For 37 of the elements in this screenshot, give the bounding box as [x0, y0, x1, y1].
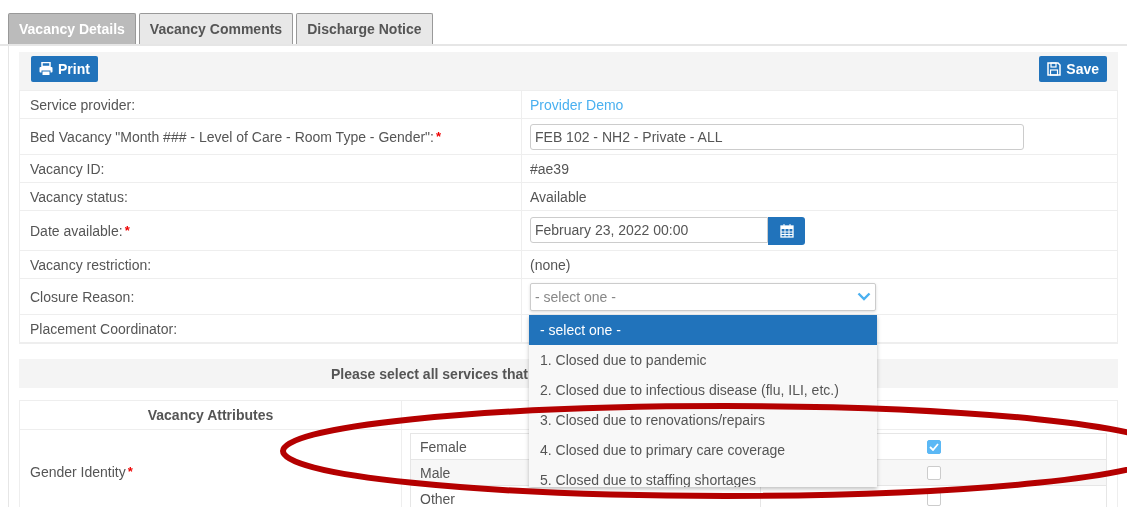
text-input-field[interactable]: FEB 102 - NH2 - Private - ALL: [530, 123, 1024, 150]
field-value: (none): [530, 256, 571, 273]
field-value: #ae39: [530, 160, 569, 177]
field-label: Vacancy status:: [30, 188, 128, 205]
field-label: Service provider:: [30, 96, 136, 113]
required-asterisk: *: [435, 128, 442, 144]
field-value: Available: [530, 188, 587, 205]
dropdown-option[interactable]: 1. Closed due to pandemic: [529, 345, 877, 375]
dropdown-option[interactable]: - select one -: [529, 315, 877, 345]
banner-text: Please select all services that: [331, 365, 528, 382]
calendar-icon: [779, 223, 794, 238]
closure-reason-select[interactable]: - select one -: [530, 282, 876, 311]
tab[interactable]: Discharge Notice: [296, 13, 433, 44]
option-label: Other: [420, 490, 455, 507]
printer-icon: [39, 62, 53, 76]
dropdown-option[interactable]: 5. Closed due to staffing shortages: [529, 465, 877, 487]
field-label: Closure Reason:: [30, 288, 135, 305]
checkbox[interactable]: [926, 465, 941, 480]
checkbox[interactable]: [926, 439, 941, 454]
save-button[interactable]: Save: [1039, 56, 1107, 82]
dropdown-option[interactable]: 2. Closed due to infectious disease (flu, ILI, etc.): [529, 375, 877, 405]
option-label: Male: [420, 464, 451, 481]
checkmark-icon: [928, 442, 939, 451]
date-input-field[interactable]: February 23, 2022 00:00: [530, 216, 768, 243]
dropdown-option[interactable]: 4. Closed due to primary care coverage: [529, 435, 877, 465]
tab[interactable]: Vacancy Comments: [138, 13, 294, 44]
field-label: Vacancy ID:: [30, 160, 105, 177]
column-header: Vacancy Attributes: [20, 401, 401, 430]
required-asterisk: *: [127, 463, 133, 479]
chevron-down-icon: [857, 292, 871, 301]
calendar-button[interactable]: [768, 216, 805, 245]
required-asterisk: *: [124, 222, 130, 238]
dropdown-option[interactable]: 3. Closed due to renovations/repairs: [529, 405, 877, 435]
field-label: Vacancy restriction:: [30, 256, 152, 273]
print-button[interactable]: Print: [31, 56, 98, 82]
field-label: Placement Coordinator:: [30, 320, 178, 337]
option-label: Female: [420, 438, 467, 455]
